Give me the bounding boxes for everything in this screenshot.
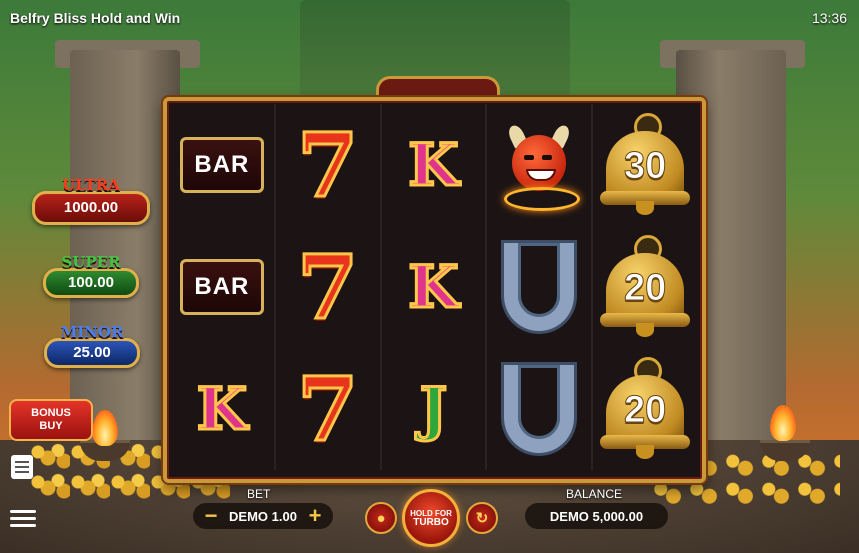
bet-label: BET (247, 487, 271, 501)
reel-cell: K (170, 348, 274, 470)
game-title: Belfry Bliss Hold and Win (10, 10, 181, 26)
reel-3: KKJ (382, 104, 488, 470)
reel-1: BAR BAR K (170, 104, 276, 470)
autoplay-icon[interactable]: ↻ (466, 502, 498, 534)
bet-value: DEMO 1.00 (229, 508, 297, 524)
bonus-buy-line1: BONUS (31, 407, 71, 419)
jackpot-minor: MINOR 25.00 (44, 325, 140, 368)
devil-wild-symbol (504, 123, 581, 211)
jackpot-super-label: SUPER (61, 253, 121, 271)
jackpot-ultra-label: ULTRA (62, 176, 120, 194)
reel-cell: K (382, 226, 486, 348)
reel-cell: K (382, 104, 486, 226)
bell-symbol: 20 (600, 235, 691, 339)
reel-cell: BAR (170, 226, 274, 348)
bar-symbol: BAR (179, 137, 264, 193)
bet-increase-button[interactable]: + (303, 505, 327, 527)
flame-icon (92, 410, 118, 446)
reel-cell: 7 (276, 348, 380, 470)
horseshoe-symbol (504, 365, 575, 453)
k-symbol: K (195, 375, 248, 443)
reel-2: 7 7 7 (276, 104, 382, 470)
spin-label-bottom: TURBO (413, 517, 449, 528)
bell-symbol: 20 (600, 357, 691, 461)
bell-value: 20 (623, 389, 667, 432)
jackpot-super: SUPER 100.00 (43, 255, 139, 298)
jackpot-ultra-value: 1000.00 (32, 191, 150, 225)
bet-control: − DEMO 1.00 + (193, 503, 333, 529)
spin-button[interactable]: HOLD FOR TURBO (402, 489, 460, 547)
menu-icon[interactable] (10, 506, 36, 528)
jackpot-minor-label: MINOR (60, 323, 124, 341)
reel-cell (487, 348, 591, 470)
seven-symbol: 7 (296, 235, 360, 339)
k-symbol: K (407, 253, 460, 321)
reel-5: 30 20 20 (593, 104, 697, 470)
reel-cell: 20 (593, 348, 697, 470)
clock: 13:36 (811, 10, 847, 26)
bell-value: 30 (623, 145, 667, 188)
reel-cell: 7 (276, 226, 380, 348)
reel-cell (487, 226, 591, 348)
bonus-buy-button[interactable]: BONUS BUY (9, 399, 93, 441)
seven-symbol: 7 (296, 113, 360, 217)
j-symbol: J (418, 375, 449, 443)
jackpot-ultra: ULTRA 1000.00 (32, 178, 150, 225)
reel-cell: J (382, 348, 486, 470)
coins-icon[interactable]: ● (365, 502, 397, 534)
bet-decrease-button[interactable]: − (199, 505, 223, 527)
reel-4 (487, 104, 594, 470)
seven-symbol: 7 (296, 357, 360, 461)
reel-cell: BAR (170, 104, 274, 226)
bell-value: 20 (623, 267, 667, 310)
bell-symbol: 30 (600, 113, 691, 217)
reel-cell: 20 (593, 226, 697, 348)
reel-cell: 30 (593, 104, 697, 226)
balance-label: BALANCE (566, 487, 623, 501)
paytable-icon[interactable] (11, 455, 33, 479)
jackpot-super-value: 100.00 (43, 268, 139, 298)
bar-symbol: BAR (179, 259, 264, 315)
bonus-buy-line2: BUY (39, 420, 63, 432)
k-symbol: K (407, 131, 460, 199)
reel-grid: BAR BAR K 7 7 7 K K J 30 20 20 (170, 104, 697, 470)
flame-icon (770, 405, 796, 441)
reel-cell: 7 (276, 104, 380, 226)
jackpot-minor-value: 25.00 (44, 338, 140, 368)
horseshoe-symbol (504, 243, 575, 331)
reel-cell (487, 104, 591, 226)
balance-display: DEMO 5,000.00 (525, 503, 668, 529)
